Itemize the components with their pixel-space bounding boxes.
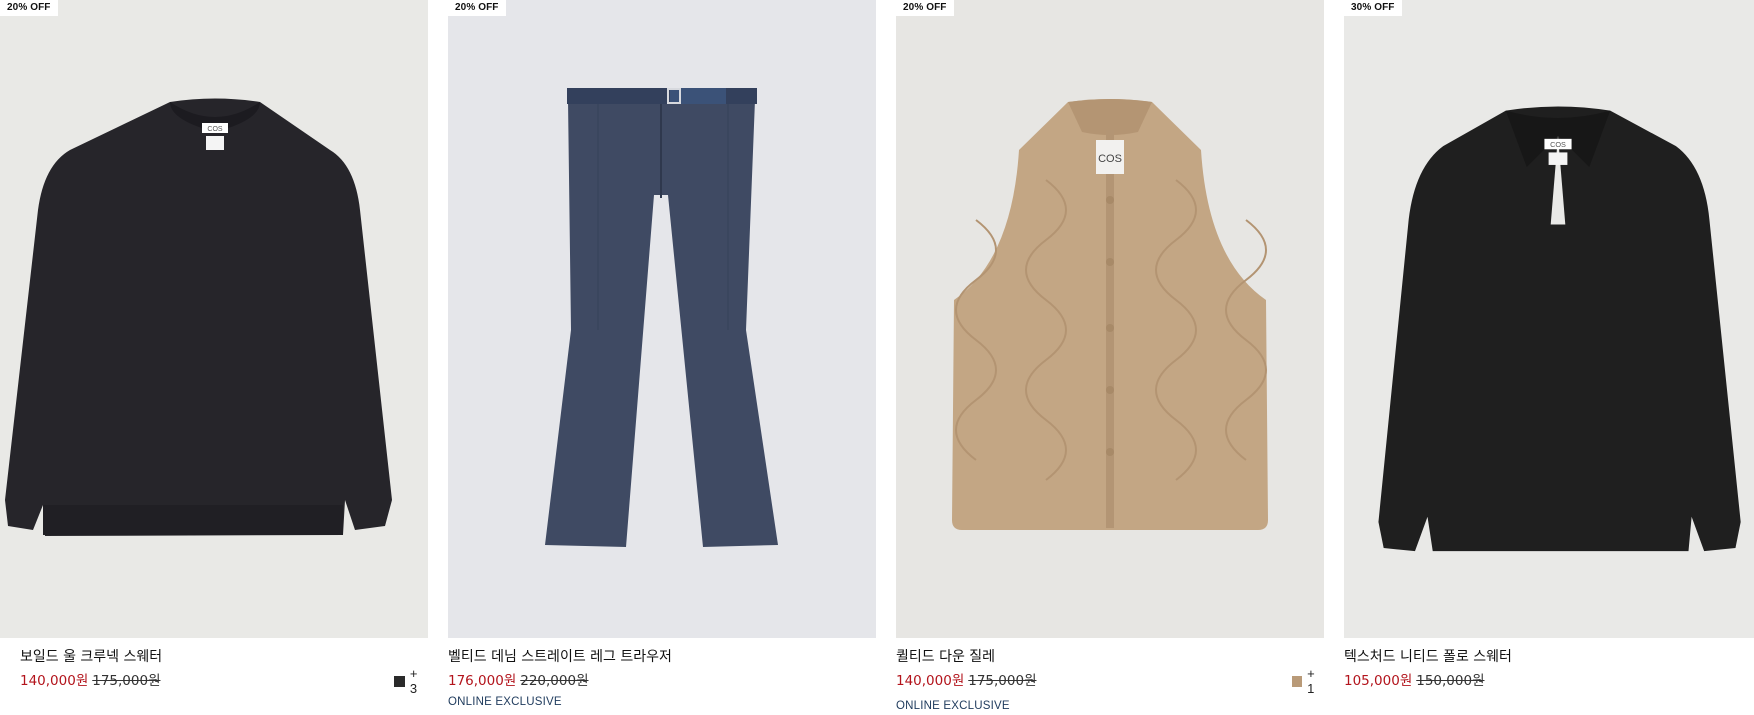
product-name[interactable]: 텍스처드 니티드 폴로 스웨터 xyxy=(1344,648,1512,666)
product-grid: COS 20% OFF 보일드 울 크루넥 스웨터 140,000원 175,00… xyxy=(0,0,1754,715)
price-row: 105,000원 150,000원 xyxy=(1344,672,1485,690)
product-image[interactable]: COS 30% OFF xyxy=(1344,0,1754,638)
color-swatches[interactable]: + 1 xyxy=(1292,666,1324,696)
original-price: 175,000원 xyxy=(968,673,1037,689)
brand-tag-label: COS xyxy=(207,126,223,133)
original-price: 150,000원 xyxy=(1416,673,1485,689)
discount-badge: 20% OFF xyxy=(896,0,954,16)
more-colors-count[interactable]: + 3 xyxy=(410,666,428,696)
discount-badge: 20% OFF xyxy=(448,0,506,16)
product-image[interactable]: 20% OFF xyxy=(448,0,876,638)
online-exclusive-label: ONLINE EXCLUSIVE xyxy=(896,700,1010,712)
original-price: 175,000원 xyxy=(92,673,161,689)
original-price: 220,000원 xyxy=(520,673,589,689)
price-row: 140,000원 175,000원 xyxy=(20,672,161,690)
brand-tag-label: COS xyxy=(1550,140,1566,149)
color-swatch[interactable] xyxy=(1292,675,1303,687)
product-name[interactable]: 벨티드 데님 스트레이트 레그 트라우저 xyxy=(448,648,672,666)
product-card[interactable]: COS 20% OFF 보일드 울 크루넥 스웨터 140,000원 175,00… xyxy=(0,0,428,715)
color-swatch[interactable] xyxy=(394,675,405,687)
price-row: 176,000원 220,000원 xyxy=(448,672,589,690)
product-name[interactable]: 퀼티드 다운 질레 xyxy=(896,648,995,666)
more-colors-count[interactable]: + 1 xyxy=(1307,666,1324,696)
product-card[interactable]: COS 30% OFF 텍스처드 니티드 폴로 스웨터 105,000원 150,… xyxy=(1344,0,1754,715)
brand-tag-label: COS xyxy=(1098,153,1122,165)
color-swatches[interactable]: + 3 xyxy=(394,666,428,696)
sale-price: 105,000원 xyxy=(1344,673,1413,689)
product-name[interactable]: 보일드 울 크루넥 스웨터 xyxy=(20,648,162,666)
sale-price: 176,000원 xyxy=(448,673,517,689)
trousers-image xyxy=(448,0,876,638)
sale-price: 140,000원 xyxy=(896,673,965,689)
product-card[interactable]: COS 20% OFF 퀼티드 다운 질레 140,000원 175,000원 +… xyxy=(896,0,1324,715)
discount-badge: 20% OFF xyxy=(0,0,58,16)
product-card[interactable]: 20% OFF 벨티드 데님 스트레이트 레그 트라우저 176,000원 220… xyxy=(448,0,876,715)
sale-price: 140,000원 xyxy=(20,673,89,689)
product-image[interactable]: COS 20% OFF xyxy=(896,0,1324,638)
polo-sweater-image: COS xyxy=(1344,0,1754,638)
sweater-image: COS xyxy=(0,0,428,638)
vest-image: COS xyxy=(896,0,1324,638)
product-image[interactable]: COS 20% OFF xyxy=(0,0,428,638)
price-row: 140,000원 175,000원 xyxy=(896,672,1037,690)
online-exclusive-label: ONLINE EXCLUSIVE xyxy=(448,696,562,708)
discount-badge: 30% OFF xyxy=(1344,0,1402,16)
